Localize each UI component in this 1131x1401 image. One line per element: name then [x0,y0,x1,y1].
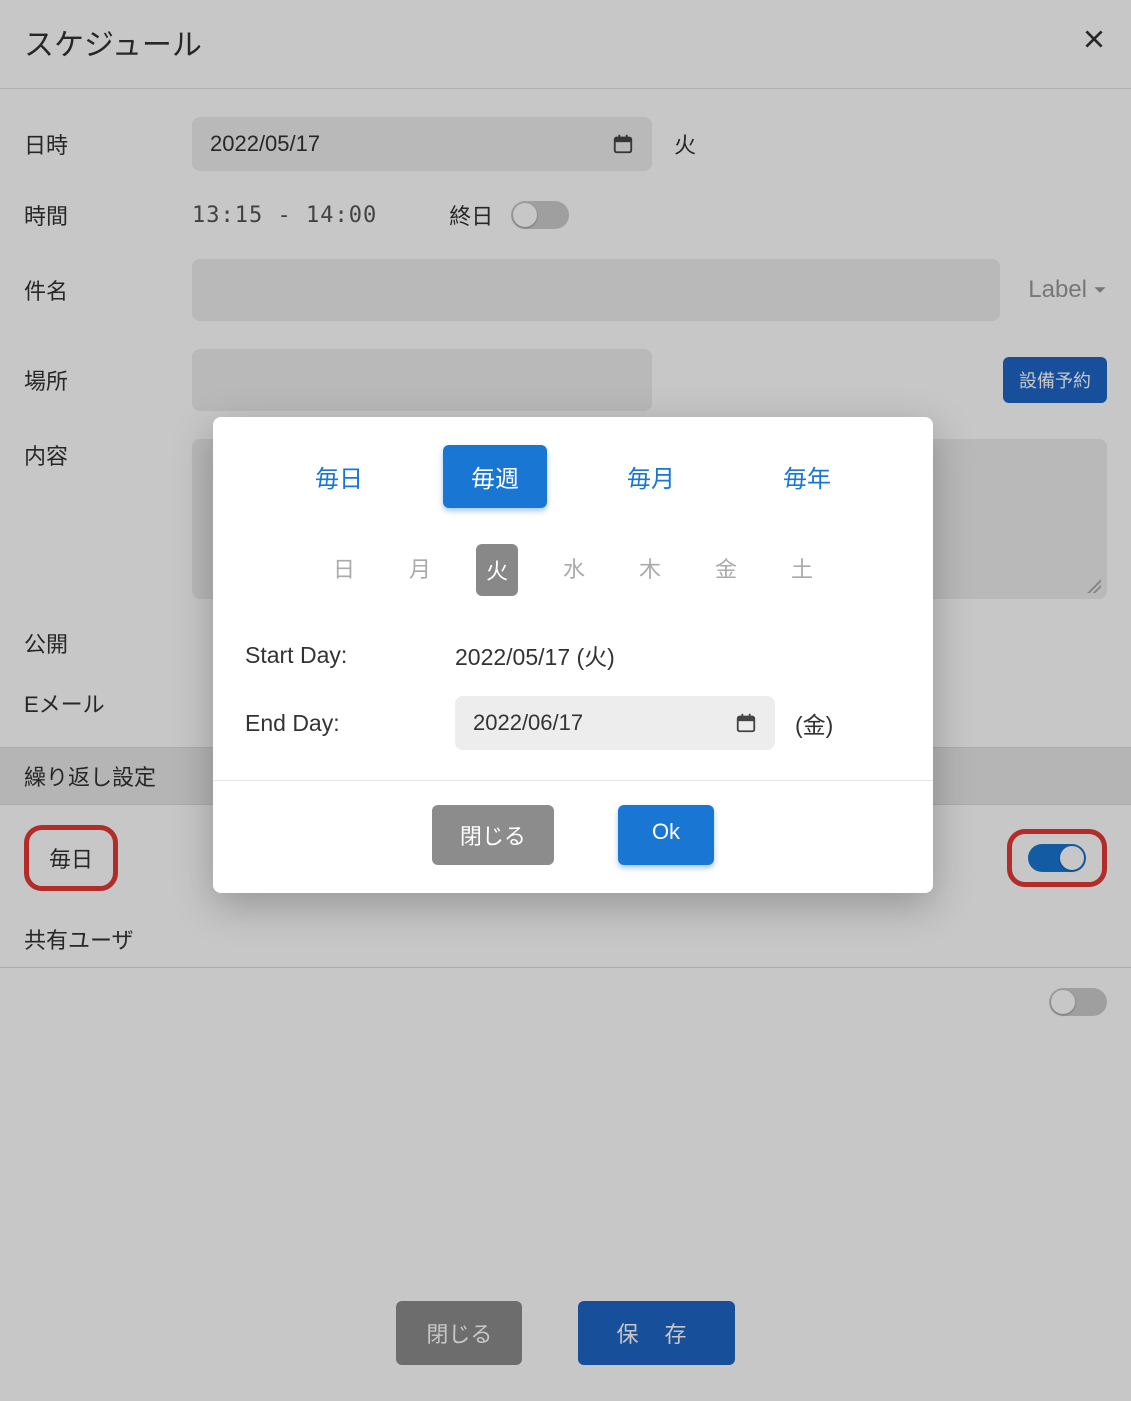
weekday-mon[interactable]: 月 [400,544,440,596]
dialog-ok-button[interactable]: Ok [618,805,714,865]
repeat-config-dialog: 毎日 毎週 毎月 毎年 日 月 火 水 木 金 土 Start Day: 202… [213,417,933,893]
weekday-sat[interactable]: 土 [782,544,822,596]
start-day-row: Start Day: 2022/05/17 (火) [213,626,933,684]
weekday-thu[interactable]: 木 [630,544,670,596]
repeat-frequency-tabs: 毎日 毎週 毎月 毎年 [213,417,933,526]
tab-monthly[interactable]: 毎月 [599,445,703,508]
end-day-weekday: (金) [795,706,833,740]
dialog-footer: 閉じる Ok [213,780,933,893]
weekday-sun[interactable]: 日 [324,544,364,596]
weekday-fri[interactable]: 金 [706,544,746,596]
weekday-selector: 日 月 火 水 木 金 土 [213,526,933,626]
end-day-label: End Day: [245,710,455,737]
calendar-icon [735,712,757,734]
weekday-tue[interactable]: 火 [476,544,518,596]
end-day-input[interactable]: 2022/06/17 [455,696,775,750]
start-day-label: Start Day: [245,642,455,669]
tab-weekly[interactable]: 毎週 [443,445,547,508]
dialog-close-button[interactable]: 閉じる [432,805,554,865]
weekday-wed[interactable]: 水 [554,544,594,596]
tab-yearly[interactable]: 毎年 [755,445,859,508]
end-day-row: End Day: 2022/06/17 (金) [213,684,933,762]
end-day-value: 2022/06/17 [473,710,583,736]
tab-daily[interactable]: 毎日 [287,445,391,508]
start-day-value: 2022/05/17 (火) [455,638,615,672]
